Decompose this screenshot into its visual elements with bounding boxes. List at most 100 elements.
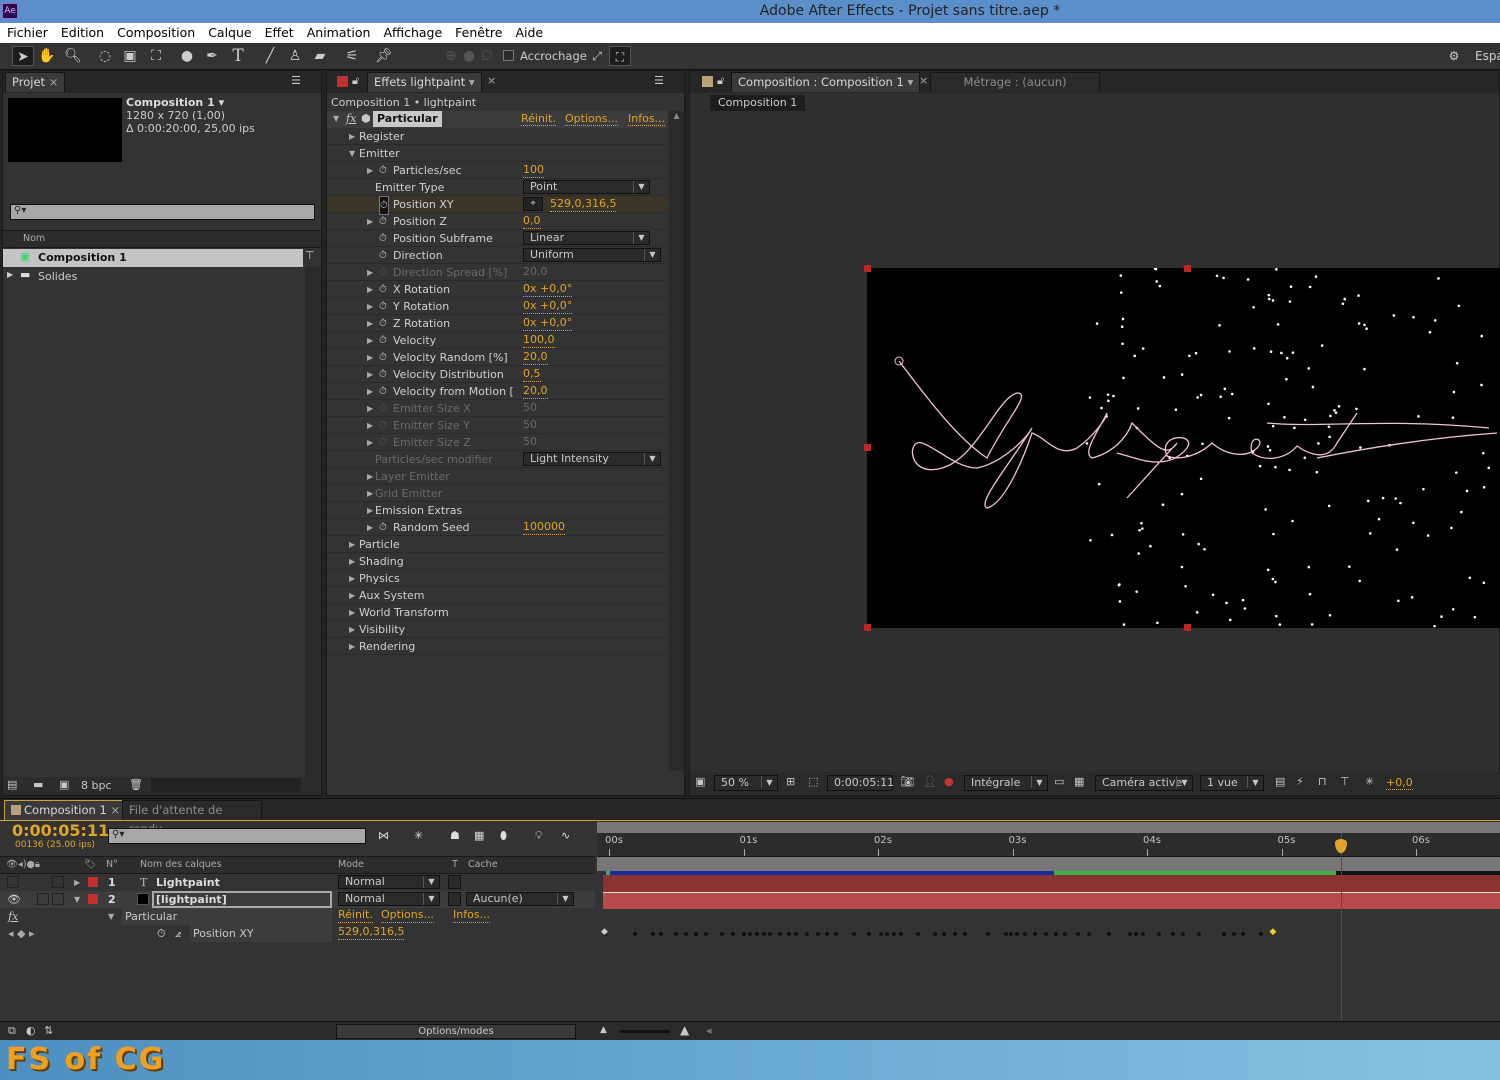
lock-icon[interactable]: 🔓︎ — [352, 74, 359, 88]
keyframe[interactable] — [777, 932, 782, 936]
keyframe[interactable] — [986, 932, 991, 936]
interpret-footage-icon[interactable]: ▤ — [7, 778, 17, 791]
effect-property-row[interactable]: Emitter Type Point ▼ — [327, 179, 667, 196]
options-link[interactable]: Options... — [565, 112, 618, 126]
trash-icon[interactable]: 🗑︎ — [129, 778, 143, 791]
new-composition-icon[interactable]: ▣ — [59, 778, 69, 791]
stopwatch-icon[interactable]: ⏱︎ — [379, 332, 387, 349]
work-area-bar[interactable] — [597, 857, 1500, 871]
layer-bar-2[interactable] — [603, 892, 1500, 909]
property-value[interactable]: 100,0 — [523, 332, 555, 348]
new-folder-icon[interactable]: ▬ — [33, 778, 43, 791]
expand-arrow-icon[interactable]: ▶ — [367, 213, 377, 230]
keyframe[interactable] — [730, 932, 735, 936]
keyframe[interactable] — [694, 932, 699, 936]
label-color[interactable] — [88, 877, 98, 887]
keyframe[interactable] — [963, 932, 968, 936]
flowchart-icon[interactable]: ⊤ — [305, 249, 321, 265]
lock-toggle[interactable] — [52, 876, 64, 888]
timeline-search-input[interactable]: ⚲▾ — [108, 828, 366, 844]
keyframe[interactable] — [1197, 932, 1202, 936]
effect-property-row[interactable]: ▶ ⏱︎ Velocity 100,0 — [327, 332, 667, 349]
zoom-slider[interactable] — [620, 1030, 670, 1033]
keyframe[interactable] — [866, 932, 871, 936]
keyframe[interactable] — [1053, 932, 1058, 936]
keyframe[interactable] — [632, 932, 637, 936]
bpc-toggle[interactable]: 8 bpc — [81, 779, 112, 792]
camera-dropdown[interactable]: Caméra active ▼ — [1095, 775, 1193, 791]
expand-arrow-icon[interactable]: ▶ — [367, 434, 377, 451]
close-icon[interactable]: × — [110, 803, 120, 817]
puppet-pin-tool-icon[interactable]: 📌︎ — [373, 46, 395, 66]
time-navigator[interactable] — [597, 822, 1500, 833]
column-number[interactable]: N° — [106, 859, 118, 870]
roto-brush-tool-icon[interactable]: ⚟ — [341, 46, 363, 66]
effect-property-row[interactable]: ▶ Layer Emitter — [327, 468, 667, 485]
toggle-pixel-aspect-icon[interactable]: ▤ — [1275, 775, 1285, 788]
pen-tool-icon[interactable]: ✒ — [201, 46, 223, 66]
keyframe[interactable] — [1170, 932, 1175, 936]
stopwatch-icon[interactable]: ⏱︎ — [379, 281, 387, 298]
effect-property-row[interactable]: ▶ Shading — [327, 553, 667, 570]
hand-tool-icon[interactable]: ✋ — [36, 46, 58, 66]
effect-property-row[interactable]: Particles/sec modifier Light Intensity ▼ — [327, 451, 667, 468]
stopwatch-icon[interactable]: ⏱︎ — [379, 298, 387, 315]
keyframe[interactable] — [741, 932, 746, 936]
stopwatch-icon[interactable]: ⏱︎ — [379, 519, 387, 536]
keyframe[interactable] — [885, 932, 890, 936]
fast-preview-icon[interactable]: ⚡︎ — [1296, 775, 1304, 788]
transfer-controls-icon[interactable]: ◐ — [26, 1024, 36, 1037]
camera-tool-icon[interactable]: ▣ — [119, 46, 141, 66]
keyframe[interactable] — [793, 932, 798, 936]
effect-property-row[interactable]: ▶ ⏱︎ Y Rotation 0x +0,0° — [327, 298, 667, 315]
tab-timeline-composition[interactable]: Composition 1 × — [4, 800, 128, 820]
keyframe[interactable] — [1107, 932, 1112, 936]
effect-property-row[interactable]: ⏱︎ Position XY 529,0,316,5 ⌖ — [327, 196, 667, 215]
expand-arrow-icon[interactable]: ▶ — [349, 570, 359, 587]
layer-switches-icon[interactable]: ⧉ — [8, 1024, 16, 1038]
menu-composition[interactable]: Composition — [110, 23, 201, 40]
chevron-down-icon[interactable]: ▾ — [907, 75, 913, 89]
property-value[interactable]: 50 — [523, 400, 537, 415]
expand-arrow-icon[interactable]: ▶ — [367, 349, 377, 366]
stopwatch-icon[interactable]: ⏱︎ — [379, 162, 387, 179]
expand-arrow-icon[interactable]: ▶ — [367, 315, 377, 332]
keyframe[interactable] — [1127, 932, 1132, 936]
lock-icon[interactable]: 🔓︎ — [717, 74, 724, 88]
menu-edition[interactable]: Edition — [54, 23, 110, 40]
property-value[interactable]: 50 — [523, 434, 537, 449]
column-mode[interactable]: Mode — [338, 859, 364, 870]
zoom-tool-icon[interactable]: 🔍︎ — [62, 46, 84, 66]
expand-arrow-icon[interactable]: ▶ — [367, 264, 377, 281]
column-t[interactable]: T — [452, 859, 458, 870]
property-value[interactable]: 100 — [523, 162, 544, 178]
resolution-dropdown[interactable]: Intégrale ▼ — [964, 775, 1048, 791]
layer-handle[interactable] — [1184, 265, 1191, 272]
project-item-composition[interactable]: ▣ Composition 1 — [3, 249, 303, 267]
keyframe[interactable] — [748, 932, 753, 936]
comp-flow-button[interactable]: Composition 1 — [710, 95, 806, 111]
expand-arrow-icon[interactable]: ▶ — [349, 536, 359, 553]
property-value[interactable]: 0x +0,0° — [523, 281, 573, 297]
workspace-label[interactable]: Espa — [1475, 49, 1500, 63]
expand-arrow-icon[interactable]: ▶ — [349, 587, 359, 604]
effect-property-row[interactable]: ▼ Emitter — [327, 145, 667, 162]
keyframe[interactable] — [851, 932, 856, 936]
menu-calque[interactable]: Calque — [201, 23, 257, 40]
current-time-field[interactable]: 0:00:05:11 — [827, 775, 894, 791]
keyframe[interactable] — [761, 932, 766, 936]
stopwatch-icon[interactable]: ⏱︎ — [379, 264, 387, 281]
property-value[interactable]: 0,0 — [523, 213, 541, 229]
keyframe[interactable] — [1157, 932, 1162, 936]
rotation-tool-icon[interactable]: ◌ — [94, 46, 116, 66]
snap-options-icon[interactable]: ⤢ — [586, 46, 608, 66]
keyframe[interactable] — [1033, 932, 1038, 936]
property-value[interactable]: 0,5 — [523, 366, 541, 382]
fast-previews-icon[interactable]: ▭ — [1054, 775, 1064, 788]
tab-composition[interactable]: Composition : Composition 1 ▾ — [731, 72, 921, 92]
property-value[interactable]: 50 — [523, 417, 537, 432]
stopwatch-icon[interactable]: ⏱︎ — [379, 349, 387, 366]
property-value[interactable]: 20,0 — [523, 349, 548, 365]
expand-arrow-icon[interactable]: ▶ — [367, 366, 377, 383]
expand-arrow-icon[interactable]: ▶ — [349, 128, 359, 145]
